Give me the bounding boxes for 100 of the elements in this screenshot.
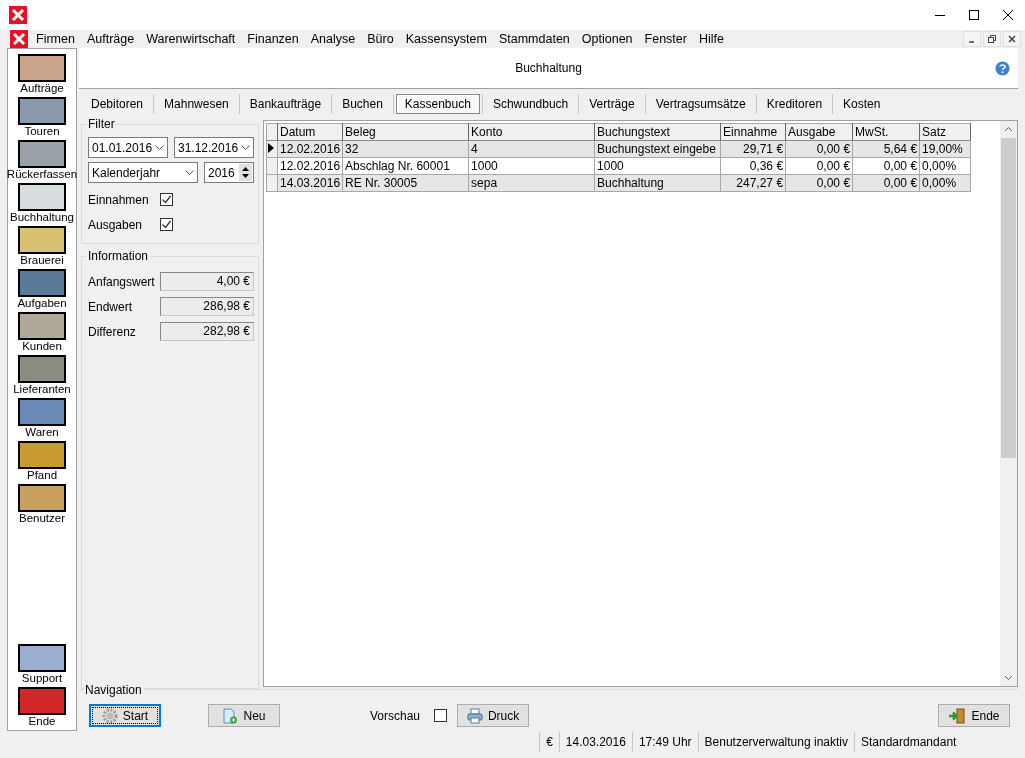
sidebar-button[interactable]: Ende — [18, 687, 66, 727]
table-cell: Abschlag Nr. 60001 — [342, 157, 469, 175]
caret-icon — [155, 145, 164, 150]
photo-placeholder — [18, 140, 66, 168]
sidebar-button[interactable]: Aufgaben — [17, 269, 67, 309]
close-icon — [1008, 35, 1016, 43]
column-header[interactable]: MwSt. — [852, 123, 920, 141]
date-field[interactable]: 31.12.2016 — [174, 137, 254, 158]
photo-placeholder — [18, 484, 66, 512]
end-button[interactable]: Ende — [938, 704, 1010, 727]
print-button[interactable]: Druck — [457, 704, 530, 727]
tab[interactable]: Debitoren — [83, 94, 152, 113]
tab[interactable]: Schwundbuch — [484, 94, 577, 113]
menu-item[interactable]: Firmen — [30, 32, 81, 46]
spinner-arrows-icon[interactable] — [239, 164, 252, 181]
menu-item[interactable]: Optionen — [575, 32, 639, 46]
menu-item[interactable]: Hilfe — [692, 32, 730, 46]
sidebar-button[interactable]: Brauerei — [18, 226, 66, 266]
status-text: Benutzerverwaltung inaktiv — [697, 732, 854, 752]
column-header[interactable]: Ausgabe — [785, 123, 853, 141]
date-field[interactable]: 01.01.2016 — [88, 137, 168, 158]
sidebar-button[interactable]: Support — [18, 644, 66, 684]
close-icon[interactable] — [1002, 9, 1014, 21]
sidebar-button[interactable]: Lieferanten — [13, 355, 71, 395]
column-header[interactable]: Satz — [919, 123, 971, 141]
vertical-scrollbar[interactable] — [1000, 121, 1017, 686]
column-header[interactable]: Konto — [468, 123, 595, 141]
sidebar-button[interactable]: Pfand — [18, 441, 66, 481]
row-header[interactable] — [266, 140, 278, 158]
app-logo-icon — [9, 6, 27, 24]
sidebar-button[interactable]: Aufträge — [18, 54, 66, 94]
caret-icon — [241, 145, 250, 150]
exit-door-icon — [948, 707, 967, 724]
status-text: 14.03.2016 — [558, 732, 632, 752]
info-value: 4,00 € — [160, 272, 254, 291]
column-header[interactable]: Beleg — [342, 123, 469, 141]
table-cell: 0,00% — [919, 157, 971, 175]
status-text: 17:49 Uhr — [631, 732, 698, 752]
checkbox[interactable] — [160, 193, 173, 206]
restore-button[interactable] — [983, 31, 1001, 47]
table-cell: 1000 — [594, 157, 721, 175]
photo-placeholder — [18, 54, 66, 82]
table-cell: 0,36 € — [720, 157, 786, 175]
group-title: Navigation — [84, 683, 144, 697]
group-title: Filter — [87, 117, 117, 131]
checkbox[interactable] — [160, 218, 173, 231]
tab[interactable]: Verträge — [581, 94, 643, 113]
photo-placeholder — [18, 441, 66, 469]
checkbox-label: Ausgaben — [88, 217, 144, 232]
new-button[interactable]: Neu — [208, 704, 280, 727]
year-spinner[interactable]: 2016 — [204, 162, 254, 183]
photo-placeholder — [18, 97, 66, 125]
menu-item[interactable]: Analyse — [304, 32, 362, 46]
start-button[interactable]: Start — [89, 704, 161, 727]
column-header[interactable]: Buchungstext — [594, 123, 721, 141]
restore-icon — [988, 35, 996, 43]
tab[interactable]: Kreditoren — [758, 94, 831, 113]
menu-item[interactable]: Finanzen — [241, 32, 305, 46]
maximize-icon[interactable] — [968, 9, 980, 21]
sidebar-button[interactable]: Rückerfassen — [6, 140, 78, 180]
info-value: 282,98 € — [160, 322, 254, 341]
tab[interactable]: Buchen — [334, 94, 391, 113]
sidebar-button[interactable]: Kunden — [18, 312, 66, 352]
photo-placeholder — [18, 398, 66, 426]
info-value: 286,98 € — [160, 297, 254, 316]
menu-item[interactable]: Kassensystem — [399, 32, 493, 46]
menu-item[interactable]: Aufträge — [80, 32, 141, 46]
preview-label: Vorschau — [370, 708, 421, 723]
table-cell: 12.02.2016 — [277, 157, 343, 175]
period-dropdown[interactable]: Kalenderjahr — [88, 162, 198, 183]
tab[interactable]: Vertragsumsätze — [647, 94, 754, 113]
page-title: Buchhaltung — [515, 61, 582, 75]
tab[interactable]: Bankaufträge — [241, 94, 330, 113]
photo-placeholder — [18, 226, 66, 254]
column-header[interactable]: Einnahme — [720, 123, 786, 141]
tab[interactable]: Mahnwesen — [156, 94, 237, 113]
preview-checkbox[interactable] — [434, 709, 448, 722]
table-cell: 1000 — [468, 157, 595, 175]
sidebar-button[interactable]: Waren — [18, 398, 66, 438]
current-row-icon — [268, 143, 274, 153]
photo-placeholder — [18, 687, 66, 715]
menu-item[interactable]: Fenster — [638, 32, 693, 46]
sidebar-button[interactable]: Buchhaltung — [10, 183, 74, 223]
table-cell: 0,00 € — [785, 157, 853, 175]
menu-item[interactable]: Warenwirtschaft — [140, 32, 242, 46]
close-button[interactable] — [1003, 31, 1021, 47]
sidebar-button[interactable]: Benutzer — [18, 484, 66, 524]
photo-placeholder — [18, 183, 66, 211]
menu-item[interactable]: Büro — [361, 32, 400, 46]
table-cell: 0,00 € — [852, 157, 920, 175]
column-header[interactable]: Datum — [277, 123, 343, 141]
menu-item[interactable]: Stammdaten — [492, 32, 576, 46]
help-icon[interactable] — [995, 61, 1010, 76]
tab[interactable]: Kassenbuch — [395, 93, 480, 114]
caret-icon — [185, 170, 194, 175]
photo-placeholder — [18, 644, 66, 672]
status-text: Standardmandant — [854, 732, 1017, 752]
tab[interactable]: Kosten — [835, 94, 889, 113]
minimize-button[interactable] — [963, 31, 981, 47]
sidebar-button[interactable]: Touren — [18, 97, 66, 137]
